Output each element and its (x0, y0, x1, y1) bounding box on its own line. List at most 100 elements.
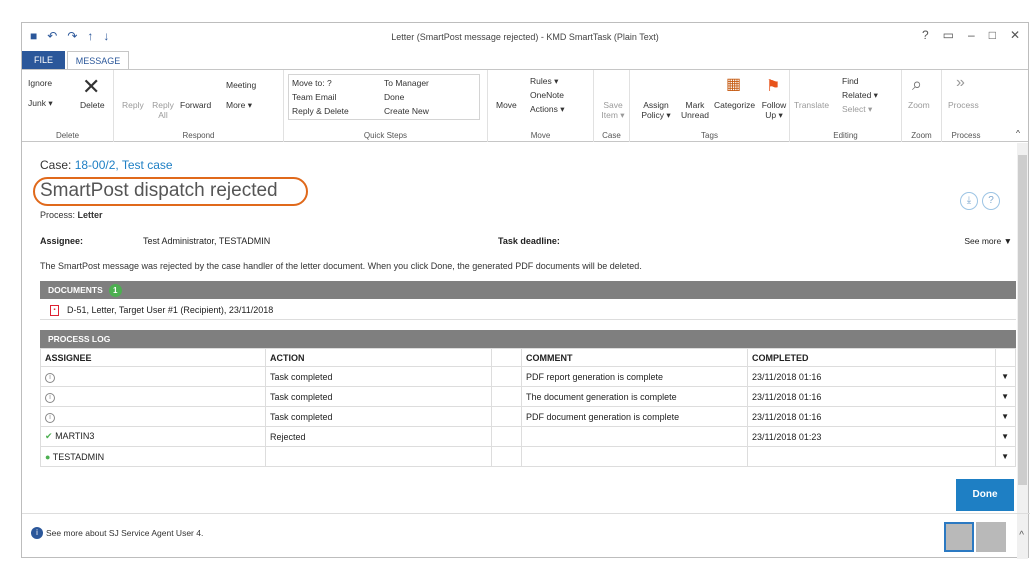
assignee-cell: ● TESTADMIN (40, 446, 266, 467)
reply-button[interactable]: Reply (122, 100, 144, 110)
assignee-cell: ✔ MARTIN3 (40, 426, 266, 447)
tab-file[interactable]: FILE (22, 51, 65, 69)
group-label: Move (530, 131, 551, 140)
save-item-button[interactable]: Save Item ▾ (598, 100, 628, 121)
help-button[interactable]: ? (922, 28, 929, 42)
window-title: Letter (SmartPost message rejected) - KM… (391, 32, 659, 42)
pdf-icon[interactable]: ⤓ (960, 192, 978, 210)
group-editing: Translate Find Related ▾ Select ▾ Editin… (790, 70, 902, 142)
table-row[interactable]: i Task completed PDF document generation… (40, 406, 1016, 427)
minimize-button[interactable]: – (968, 28, 975, 42)
column-assignee: ASSIGNEE (40, 348, 266, 367)
info-icon: i (45, 372, 55, 383)
assignee-name: TESTADMIN (52, 451, 105, 462)
process-log-table: ASSIGNEE ACTION COMMENT COMPLETED i Task… (40, 348, 1016, 467)
task-description: The SmartPost message was rejected by th… (40, 261, 642, 271)
process-line: Process: Letter (40, 210, 103, 220)
completed-cell (747, 446, 996, 467)
maximize-button[interactable]: □ (989, 28, 996, 42)
see-more-link[interactable]: See more ▼ (964, 236, 1012, 246)
assignee-cell: i (40, 386, 266, 407)
ribbon-display-button[interactable]: ▭ (943, 28, 954, 42)
document-link[interactable]: D-51, Letter, Target User #1 (Recipient)… (67, 305, 273, 315)
delete-button[interactable]: Delete (80, 100, 105, 110)
people-pane: i See more about SJ Service Agent User 4… (22, 513, 1030, 559)
group-respond: Reply Reply All Forward Meeting More ▾ R… (114, 70, 284, 142)
tab-message[interactable]: MESSAGE (67, 51, 129, 70)
close-button[interactable]: ✕ (1010, 28, 1020, 42)
related-button[interactable]: Related ▾ (842, 90, 878, 101)
scrollbar-thumb[interactable] (1018, 155, 1027, 485)
case-link[interactable]: 18-00/2, Test case (75, 158, 173, 172)
avatar[interactable] (976, 522, 1006, 552)
ignore-button[interactable]: Ignore (28, 78, 52, 88)
move-button[interactable]: Move (496, 100, 517, 110)
meeting-button[interactable]: Meeting (226, 80, 256, 90)
comment-cell: PDF report generation is complete (521, 366, 748, 387)
onenote-button[interactable]: OneNote (530, 90, 564, 100)
translate-button[interactable]: Translate (794, 100, 829, 110)
comment-cell: The document generation is complete (521, 386, 748, 407)
group-label: Quick Steps (363, 131, 408, 140)
quickstep-to-manager[interactable]: To Manager (384, 78, 429, 88)
help-icon[interactable]: ? (982, 192, 1000, 210)
done-button[interactable]: Done (956, 479, 1014, 511)
expand-row-icon[interactable]: ▼ (995, 366, 1016, 387)
group-delete: Ignore Junk ▾ ✕ Delete Delete (22, 70, 114, 142)
mark-unread-button[interactable]: Mark Unread (678, 100, 712, 120)
junk-button[interactable]: Junk ▾ (28, 98, 53, 109)
action-cell: Task completed (265, 386, 492, 407)
process-log-header: PROCESS LOG (40, 330, 1016, 348)
action-cell: Task completed (265, 406, 492, 427)
completed-cell: 23/11/2018 01:16 (747, 406, 996, 427)
select-button[interactable]: Select ▾ (842, 104, 872, 115)
assign-policy-button[interactable]: Assign Policy ▾ (636, 100, 676, 121)
quickstep-team-email[interactable]: Team Email (292, 92, 336, 102)
column-comment: COMMENT (521, 348, 748, 367)
pdf-file-icon: ▪ (50, 305, 59, 317)
actions-button[interactable]: Actions ▾ (530, 104, 565, 115)
page-title: SmartPost dispatch rejected (40, 180, 278, 201)
expand-people-pane-icon[interactable]: ^ (1019, 530, 1024, 541)
ribbon-tabs: FILE MESSAGE (22, 51, 1028, 70)
table-row[interactable]: ● TESTADMIN ▼ (40, 446, 1016, 467)
table-row[interactable]: i Task completed PDF report generation i… (40, 366, 1016, 387)
group-label: Editing (833, 131, 858, 140)
more-button[interactable]: More ▾ (226, 100, 252, 111)
expand-row-icon[interactable]: ▼ (995, 426, 1016, 447)
follow-up-button[interactable]: Follow Up ▾ (760, 100, 788, 121)
documents-title: DOCUMENTS (48, 285, 103, 295)
info-circle-icon: i (31, 527, 43, 539)
avatar[interactable] (944, 522, 974, 552)
quickstep-create-new[interactable]: Create New (384, 106, 429, 116)
forward-button[interactable]: Forward (180, 100, 211, 110)
collapse-ribbon-icon[interactable]: ^ (1016, 128, 1020, 138)
assignee-cell: i (40, 406, 266, 427)
task-content: Case: 18-00/2, Test case SmartPost dispa… (22, 143, 1018, 559)
quickstep-reply-delete[interactable]: Reply & Delete (292, 106, 349, 116)
document-item[interactable]: ▪ D-51, Letter, Target User #1 (Recipient… (40, 300, 1016, 320)
expand-row-icon[interactable]: ▼ (995, 406, 1016, 427)
find-button[interactable]: Find (842, 76, 859, 86)
expand-row-icon[interactable]: ▼ (995, 386, 1016, 407)
process-label: Process: (40, 210, 76, 220)
quickstep-move-to[interactable]: Move to: ? (292, 78, 332, 88)
comment-cell (521, 446, 748, 467)
reply-all-button[interactable]: Reply All (150, 100, 176, 120)
task-deadline-label: Task deadline: (498, 236, 560, 246)
quickstep-done[interactable]: Done (384, 92, 404, 102)
comment-cell (521, 426, 748, 447)
process-button[interactable]: Process (948, 100, 979, 110)
action-cell: Rejected (265, 426, 492, 447)
see-more-about-link[interactable]: See more about SJ Service Agent User 4. (46, 528, 203, 538)
rules-button[interactable]: Rules ▾ (530, 76, 558, 87)
table-row[interactable]: i Task completed The document generation… (40, 386, 1016, 407)
column-expand (995, 348, 1016, 367)
flag-icon: ⚑ (766, 78, 781, 95)
categorize-button[interactable]: Categorize (714, 100, 755, 110)
delete-x-icon[interactable]: ✕ (82, 74, 100, 100)
expand-row-icon[interactable]: ▼ (995, 446, 1016, 467)
table-row[interactable]: ✔ MARTIN3 Rejected 23/11/2018 01:23 ▼ (40, 426, 1016, 447)
zoom-button[interactable]: Zoom (908, 100, 930, 110)
action-cell (265, 446, 492, 467)
